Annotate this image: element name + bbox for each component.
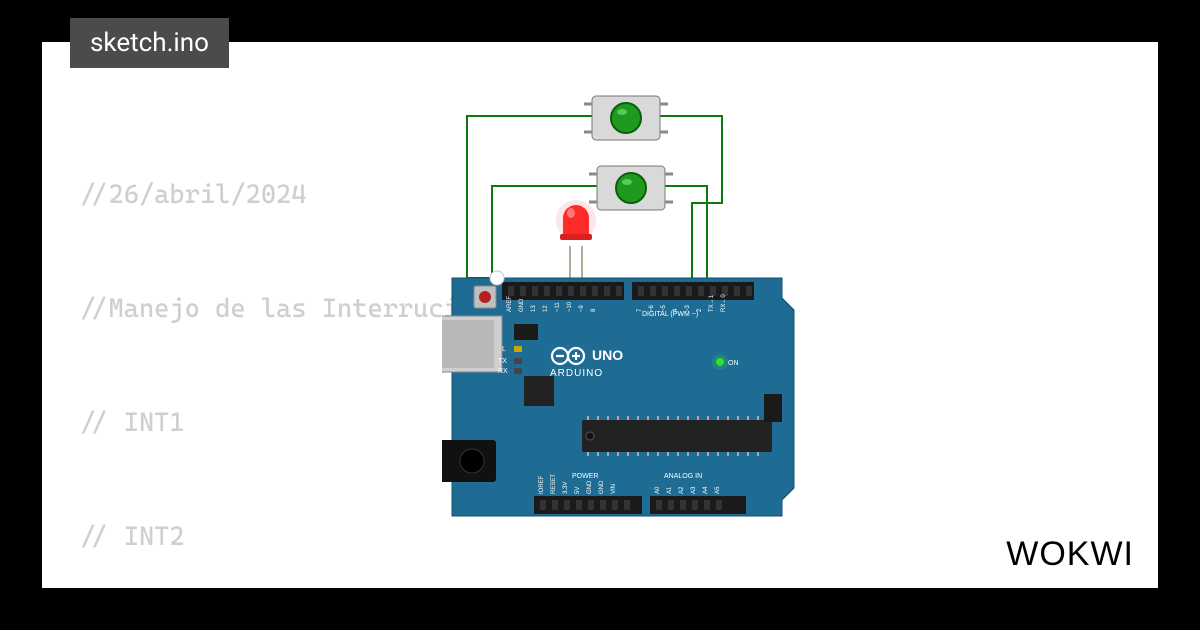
svg-text:~9: ~9 xyxy=(579,304,585,312)
wires xyxy=(467,116,722,280)
svg-text:~3: ~3 xyxy=(685,304,691,312)
on-label: ON xyxy=(728,360,739,367)
svg-text:GND: GND xyxy=(599,480,605,494)
svg-text:A5: A5 xyxy=(715,486,721,494)
board-brand-label: ARDUINO xyxy=(550,368,603,379)
svg-text:~5: ~5 xyxy=(661,304,667,312)
svg-text:VIN: VIN xyxy=(611,484,617,494)
svg-text:5V: 5V xyxy=(575,487,581,494)
file-tab[interactable]: sketch.ino xyxy=(70,18,229,68)
pushbutton-2[interactable] xyxy=(589,166,673,210)
svg-text:~6: ~6 xyxy=(649,304,655,312)
svg-text:A1: A1 xyxy=(667,486,673,494)
svg-text:IOREF: IOREF xyxy=(539,475,545,494)
red-led[interactable] xyxy=(556,200,596,240)
tx-label: TX xyxy=(498,358,507,365)
svg-text:12: 12 xyxy=(543,305,549,312)
arduino-uno-board[interactable]: UNO ARDUINO DIGITAL (PWM ~) ANALOG IN PO… xyxy=(442,271,794,516)
svg-text:A4: A4 xyxy=(703,486,709,494)
svg-text:RESET: RESET xyxy=(551,474,557,494)
content-frame: //26/abril/2024 //Manejo de las Interruc… xyxy=(42,42,1158,588)
power-label: POWER xyxy=(572,473,598,480)
file-tab-label: sketch.ino xyxy=(90,28,209,58)
svg-text:A2: A2 xyxy=(679,486,685,494)
svg-text:AREF: AREF xyxy=(507,296,513,312)
analog-label: ANALOG IN xyxy=(664,473,702,480)
svg-text:RX←0: RX←0 xyxy=(721,294,727,312)
pushbutton-1[interactable] xyxy=(584,96,668,140)
svg-text:13: 13 xyxy=(531,305,537,312)
svg-text:GND: GND xyxy=(519,298,525,312)
l-label: L xyxy=(502,346,506,353)
svg-text:A3: A3 xyxy=(691,486,697,494)
circuit-viewer[interactable]: UNO ARDUINO DIGITAL (PWM ~) ANALOG IN PO… xyxy=(442,68,842,528)
svg-text:A0: A0 xyxy=(655,486,661,494)
wokwi-logo: WOKWI xyxy=(1006,535,1134,574)
board-name-label: UNO xyxy=(592,347,623,363)
svg-text:~10: ~10 xyxy=(567,301,573,312)
svg-text:~11: ~11 xyxy=(555,302,561,312)
svg-text:TX→1: TX→1 xyxy=(709,294,715,312)
svg-text:GND: GND xyxy=(587,480,593,494)
svg-text:3.3V: 3.3V xyxy=(563,482,569,494)
rx-label: RX xyxy=(498,368,508,375)
